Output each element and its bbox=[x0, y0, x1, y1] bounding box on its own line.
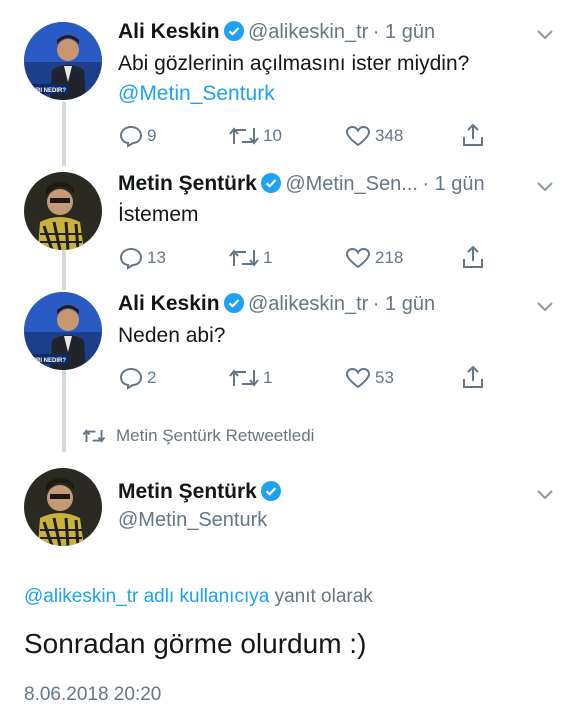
heart-icon bbox=[345, 247, 371, 269]
retweet-notice[interactable]: Metin Şentürk Retweetledi bbox=[82, 426, 314, 446]
share-icon[interactable] bbox=[460, 122, 486, 153]
mention-link[interactable]: @Metin_Senturk bbox=[118, 82, 275, 106]
reply-to-suffix: yanıt olarak bbox=[274, 586, 373, 607]
tweet-text: Neden abi? bbox=[118, 324, 226, 347]
retweet-icon bbox=[229, 249, 259, 267]
main-tweet-text: Sonradan görme olurdum :) bbox=[24, 628, 367, 659]
verified-badge-icon bbox=[260, 173, 281, 193]
share-icon[interactable] bbox=[460, 364, 486, 395]
author-name[interactable]: Metin Şentürk bbox=[118, 172, 257, 195]
retweet-button[interactable]: 10 bbox=[228, 124, 282, 148]
tweet-time[interactable]: · 1 gün bbox=[373, 293, 435, 315]
verified-badge-icon bbox=[260, 481, 281, 501]
tweet-text: İstemem bbox=[118, 203, 199, 226]
avatar-label: DIRI NEDIR? bbox=[30, 88, 66, 94]
main-tweet: Metin Şentürk @Metin_Senturk @alikeskin_… bbox=[0, 462, 574, 724]
tweet-header: Metin Şentürk bbox=[118, 480, 281, 504]
like-count: 218 bbox=[375, 248, 404, 267]
avatar[interactable]: DIRI NEDIR? bbox=[24, 22, 102, 100]
author-handle[interactable]: @alikeskin_tr bbox=[248, 293, 368, 315]
like-count: 53 bbox=[375, 368, 394, 387]
retweet-notice-text: Metin Şentürk Retweetledi bbox=[116, 426, 315, 445]
tweet[interactable]: DIRI NEDIR? Ali Keskin @alikeskin_tr · 1… bbox=[0, 0, 574, 160]
retweet-icon bbox=[82, 429, 106, 443]
retweet-icon bbox=[229, 369, 259, 387]
tweet-header: Metin Şentürk @Metin_Sen... · 1 gün bbox=[118, 172, 485, 196]
tweet[interactable]: DIRI NEDIR? Ali Keskin @alikeskin_tr · 1… bbox=[0, 286, 574, 408]
reply-button[interactable]: 9 bbox=[118, 124, 156, 148]
like-count: 348 bbox=[375, 126, 404, 145]
reply-count: 9 bbox=[147, 126, 157, 145]
avatar[interactable] bbox=[24, 172, 102, 250]
avatar[interactable]: DIRI NEDIR? bbox=[24, 292, 102, 370]
author-name[interactable]: Ali Keskin bbox=[118, 20, 220, 43]
chevron-down-icon[interactable] bbox=[536, 300, 554, 318]
reply-icon bbox=[119, 367, 143, 390]
like-button[interactable]: 218 bbox=[344, 246, 403, 270]
tweet-time[interactable]: · 1 gün bbox=[373, 21, 435, 43]
reply-button[interactable]: 2 bbox=[118, 366, 156, 390]
author-name[interactable]: Ali Keskin bbox=[118, 292, 220, 315]
like-button[interactable]: 53 bbox=[344, 366, 394, 390]
author-handle[interactable]: @Metin_Senturk bbox=[118, 509, 267, 532]
chevron-down-icon[interactable] bbox=[536, 28, 554, 46]
like-button[interactable]: 348 bbox=[344, 124, 403, 148]
reply-context: @alikeskin_tr adlı kullanıcıya yanıt ola… bbox=[24, 586, 373, 608]
reply-count: 2 bbox=[147, 368, 157, 387]
chevron-down-icon[interactable] bbox=[536, 180, 554, 198]
author-handle[interactable]: @alikeskin_tr bbox=[248, 21, 368, 43]
avatar-label: DIRI NEDIR? bbox=[30, 358, 66, 364]
retweet-count: 1 bbox=[263, 248, 273, 267]
retweet-icon bbox=[229, 127, 259, 145]
tweet-header: Ali Keskin @alikeskin_tr · 1 gün bbox=[118, 292, 435, 316]
reply-icon bbox=[119, 125, 143, 148]
retweet-count: 10 bbox=[263, 126, 282, 145]
author-handle[interactable]: @Metin_Sen... bbox=[285, 173, 418, 195]
reply-count: 13 bbox=[147, 248, 166, 267]
heart-icon bbox=[345, 125, 371, 147]
chevron-down-icon[interactable] bbox=[536, 488, 554, 506]
tweet[interactable]: Metin Şentürk @Metin_Sen... · 1 gün İste… bbox=[0, 166, 574, 284]
retweet-button[interactable]: 1 bbox=[228, 366, 272, 390]
retweet-count: 1 bbox=[263, 368, 273, 387]
avatar[interactable] bbox=[24, 468, 102, 546]
tweet-timestamp[interactable]: 8.06.2018 20:20 bbox=[24, 684, 161, 706]
reply-to-mention[interactable]: @alikeskin_tr adlı kullanıcıya bbox=[24, 586, 269, 607]
tweet-time[interactable]: · 1 gün bbox=[422, 173, 484, 195]
share-icon[interactable] bbox=[460, 244, 486, 275]
verified-badge-icon bbox=[223, 293, 244, 313]
reply-icon bbox=[119, 247, 143, 270]
heart-icon bbox=[345, 367, 371, 389]
retweet-button[interactable]: 1 bbox=[228, 246, 272, 270]
tweet-text: Abi gözlerinin açılmasını ister miydin? bbox=[118, 52, 470, 75]
tweet-header: Ali Keskin @alikeskin_tr · 1 gün bbox=[118, 20, 435, 44]
verified-badge-icon bbox=[223, 21, 244, 41]
author-name[interactable]: Metin Şentürk bbox=[118, 480, 257, 503]
reply-button[interactable]: 13 bbox=[118, 246, 166, 270]
